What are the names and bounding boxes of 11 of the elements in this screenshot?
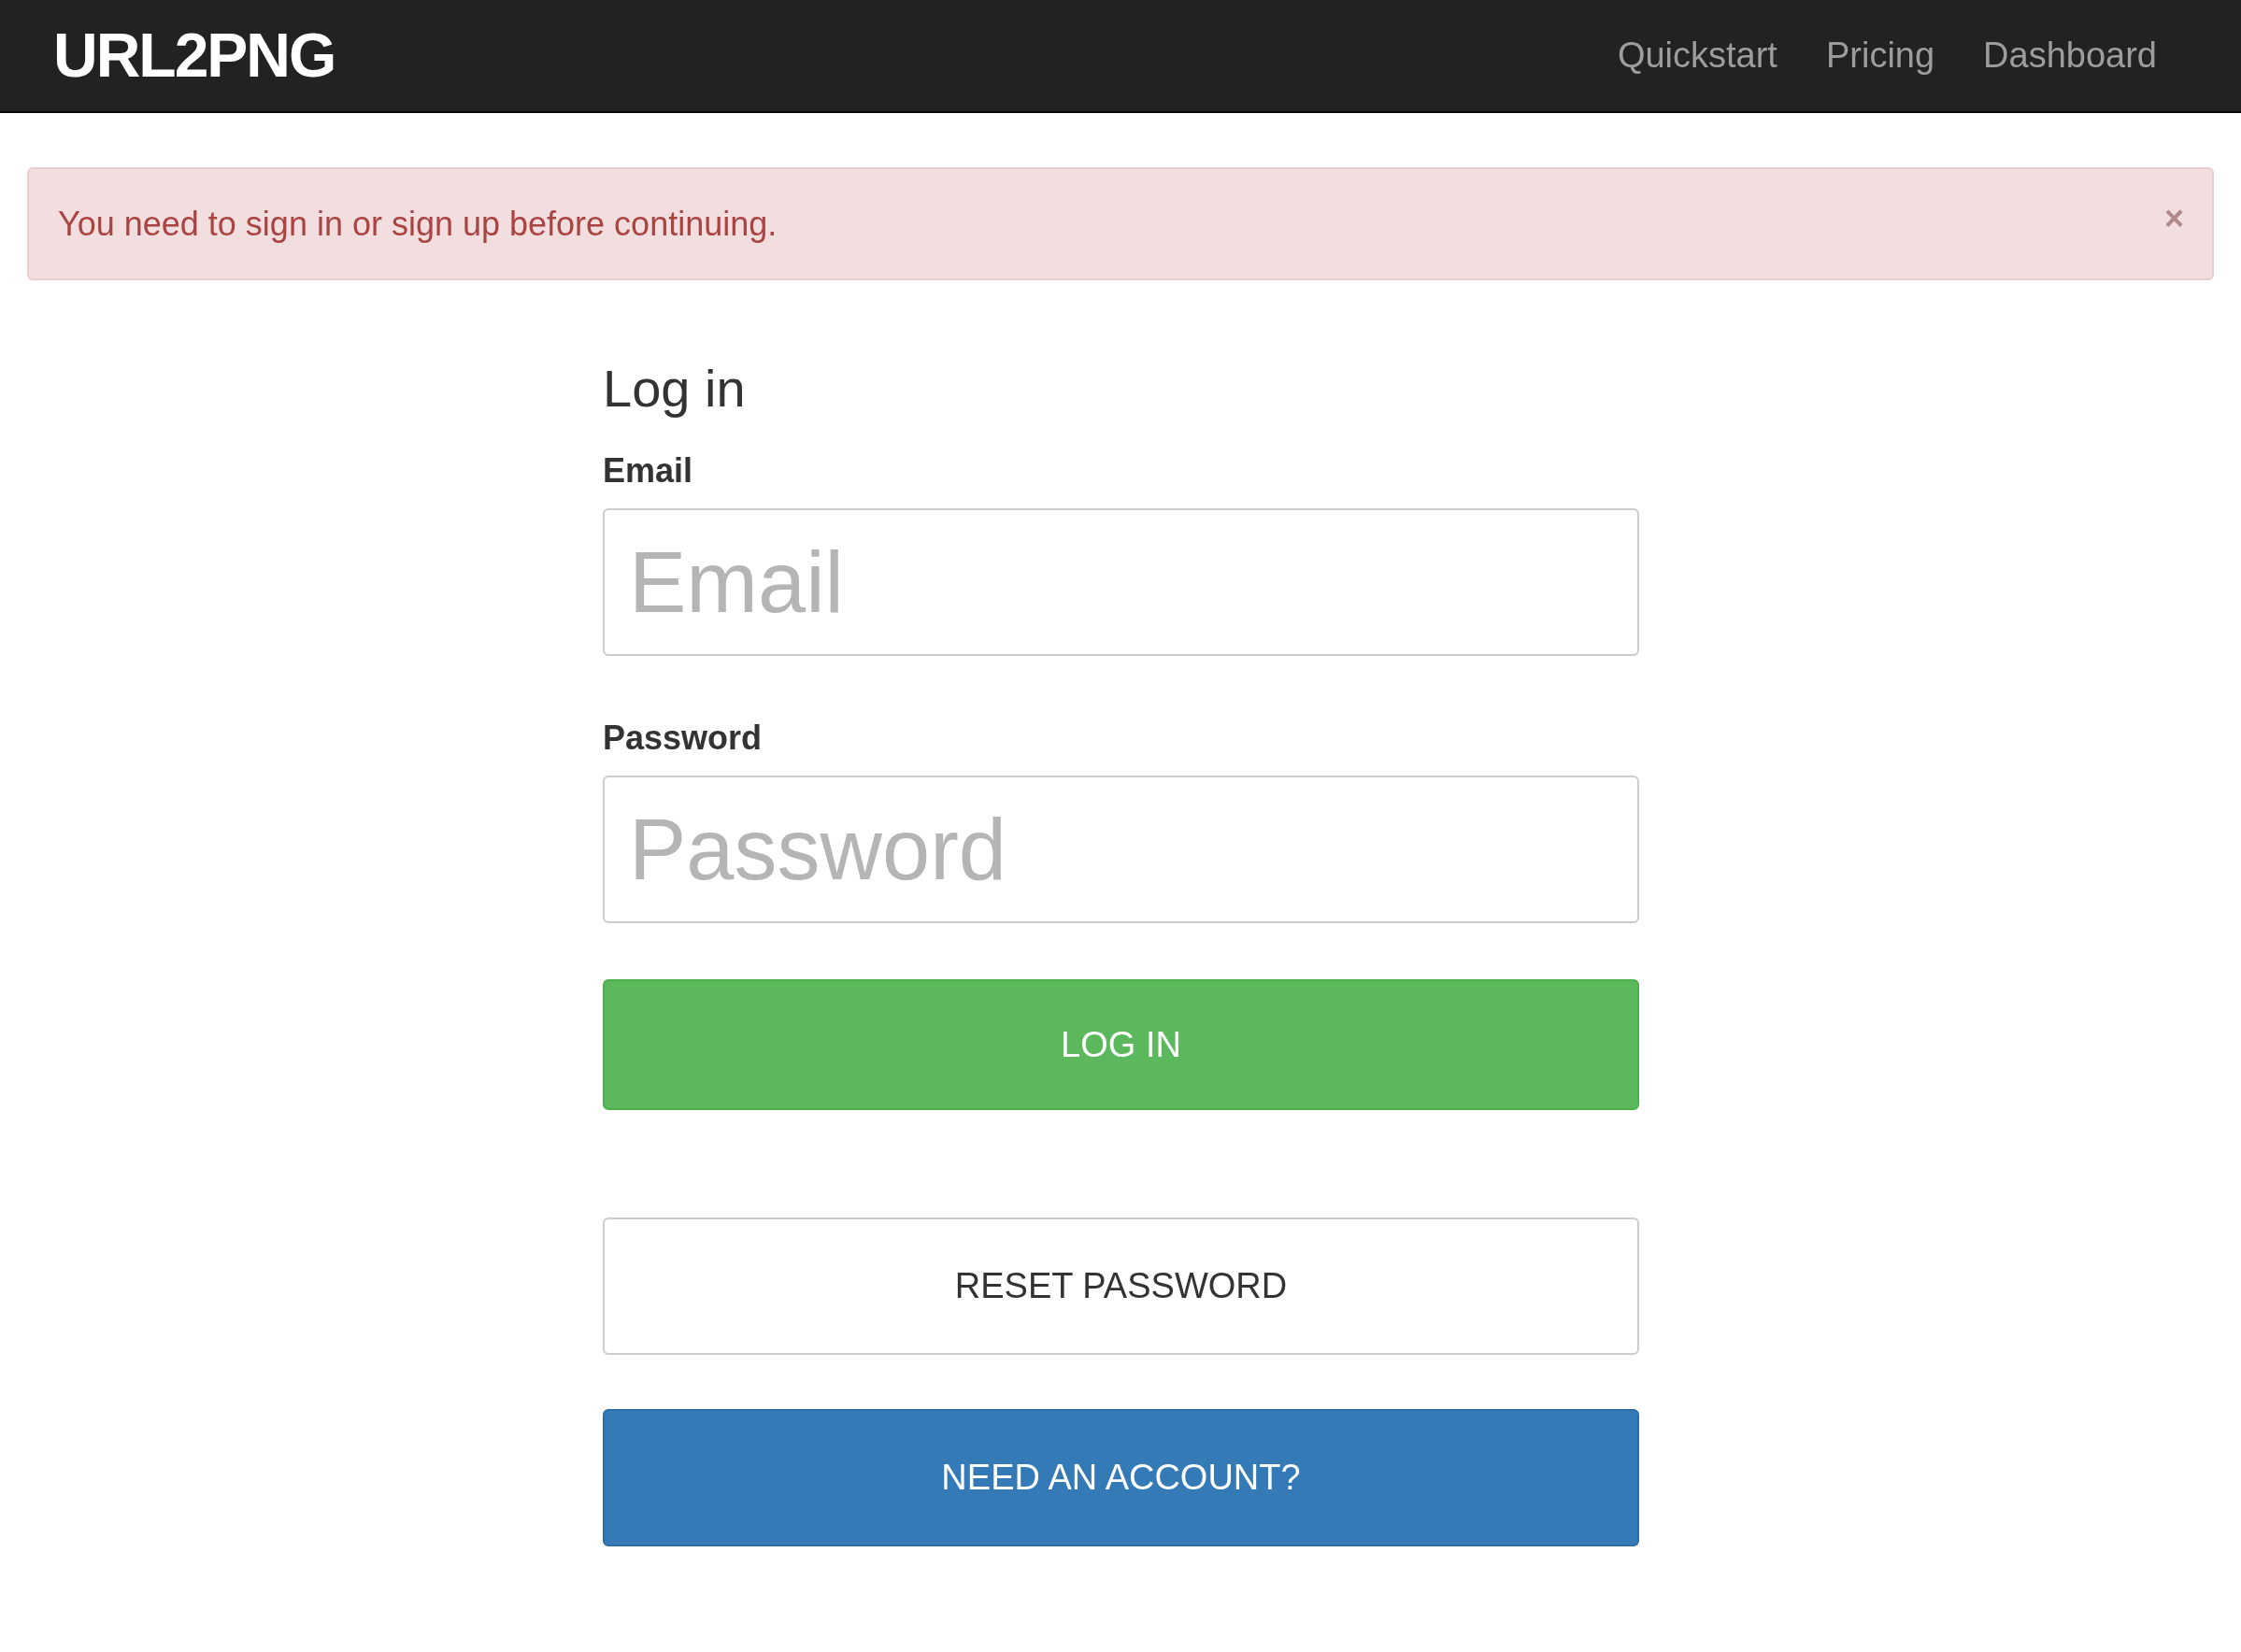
input-field[interactable]: Password xyxy=(603,776,1639,923)
field-label: Password xyxy=(603,721,764,755)
field-label: Email xyxy=(603,454,694,488)
reset-password-button[interactable]: RESET PASSWORD xyxy=(603,1218,1639,1355)
nav-link[interactable]: Pricing xyxy=(1825,29,1935,82)
sign-up-button[interactable]: NEED AN ACCOUNT? xyxy=(603,1409,1639,1546)
nav-link[interactable]: Dashboard xyxy=(1983,29,2157,82)
logo[interactable]: URL2PNG xyxy=(53,9,335,102)
alert-message: You need to sign in or sign up before continuing. xyxy=(58,203,778,245)
nav-link[interactable]: Quickstart xyxy=(1617,29,1777,82)
input-field[interactable]: Email xyxy=(603,508,1639,656)
